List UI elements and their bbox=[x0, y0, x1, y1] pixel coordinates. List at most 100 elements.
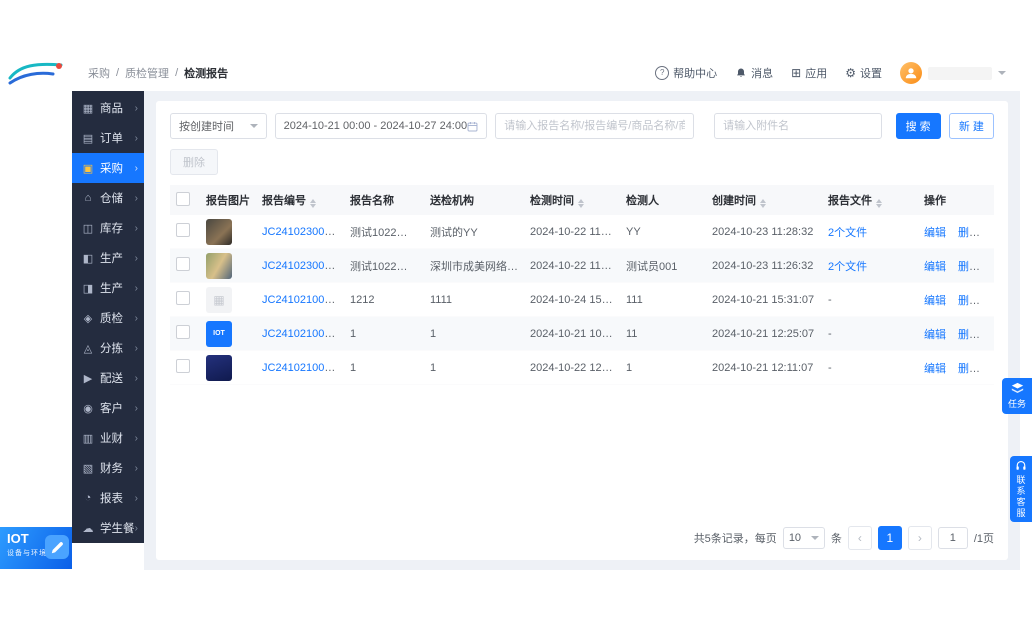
sidebar-item-production-2[interactable]: ◨ 生产 › bbox=[72, 273, 144, 303]
report-thumbnail[interactable] bbox=[206, 354, 232, 381]
report-thumbnail[interactable]: IOT bbox=[206, 320, 232, 347]
date-range-picker[interactable]: 2024-10-21 00:00 - 2024-10-27 24:00 bbox=[274, 113, 488, 139]
sidebar-nav: ▦ 商品 › ▤ 订单 › ▣ 采购 › ⌂ 仓储 › ◫ 库存 › ◧ 生产 … bbox=[72, 91, 144, 543]
sidebar-item-orders[interactable]: ▤ 订单 › bbox=[72, 123, 144, 153]
sidebar-item-production-1[interactable]: ◧ 生产 › bbox=[72, 243, 144, 273]
col-report-no[interactable]: 报告编号 bbox=[256, 185, 344, 215]
cell-created-at: 2024-10-23 11:28:32 bbox=[706, 215, 822, 249]
report-thumbnail[interactable] bbox=[206, 252, 232, 279]
cell-agency: 测试的YY bbox=[424, 215, 524, 249]
delete-button[interactable]: 删除 bbox=[170, 149, 218, 175]
breadcrumb-item[interactable]: 质检管理 bbox=[125, 65, 169, 81]
sidebar-item-inventory[interactable]: ◫ 库存 › bbox=[72, 213, 144, 243]
row-checkbox[interactable] bbox=[176, 359, 190, 373]
table-row: ▦ JC24102100005 1212 1111 2024-10-24 15:… bbox=[170, 282, 994, 317]
row-checkbox[interactable] bbox=[176, 291, 190, 305]
business-finance-icon: ▥ bbox=[82, 432, 94, 445]
sidebar-item-quality[interactable]: ◈ 质检 › bbox=[72, 303, 144, 333]
col-test-time[interactable]: 检测时间 bbox=[524, 185, 620, 215]
report-thumbnail[interactable] bbox=[206, 218, 232, 245]
reports-icon: ◔ bbox=[84, 492, 92, 504]
sidebar-item-delivery[interactable]: ▶ 配送 › bbox=[72, 363, 144, 393]
report-no-link[interactable]: JC24102100001 bbox=[262, 362, 343, 374]
help-center-button[interactable]: ? 帮助中心 bbox=[655, 65, 717, 81]
col-actions: 操作 bbox=[918, 185, 994, 215]
sidebar-item-student-meals[interactable]: ☁ 学生餐 › bbox=[72, 513, 144, 543]
sidebar-item-business-finance[interactable]: ▥ 业财 › bbox=[72, 423, 144, 453]
sidebar-item-warehouse[interactable]: ⌂ 仓储 › bbox=[72, 183, 144, 213]
sort-icon[interactable] bbox=[760, 199, 766, 208]
files-link[interactable]: 2个文件 bbox=[828, 261, 867, 273]
new-report-button[interactable]: 新 建 bbox=[948, 113, 994, 139]
col-files[interactable]: 报告文件 bbox=[822, 185, 918, 215]
page-jump-input[interactable] bbox=[937, 527, 968, 549]
report-thumbnail[interactable]: ▦ bbox=[206, 286, 232, 313]
tasks-fab[interactable]: 任务 bbox=[1002, 378, 1032, 414]
top-header: 采购 / 质检管理 / 检测报告 ? 帮助中心 消息 ⊞ 应用 ⚙ 设置 bbox=[72, 55, 1020, 91]
cell-files: - bbox=[822, 350, 918, 385]
cell-agency: 1 bbox=[424, 350, 524, 385]
cell-files: - bbox=[822, 316, 918, 351]
breadcrumb-item[interactable]: 采购 bbox=[88, 65, 110, 81]
row-checkbox[interactable] bbox=[176, 223, 190, 237]
report-no-link[interactable]: JC24102300005 bbox=[262, 260, 343, 272]
apps-button[interactable]: ⊞ 应用 bbox=[791, 65, 827, 81]
cell-files: - bbox=[822, 282, 918, 317]
keyword-search-input[interactable] bbox=[495, 113, 695, 139]
settings-button[interactable]: ⚙ 设置 bbox=[845, 65, 882, 81]
next-page-button[interactable]: › bbox=[907, 526, 932, 550]
edit-button[interactable]: 编辑 bbox=[924, 295, 946, 307]
avatar bbox=[900, 62, 922, 84]
edit-button[interactable]: 编辑 bbox=[924, 227, 946, 239]
row-checkbox[interactable] bbox=[176, 325, 190, 339]
sidebar-item-procurement[interactable]: ▣ 采购 › bbox=[72, 153, 144, 183]
edit-button[interactable]: 编辑 bbox=[924, 329, 946, 341]
row-checkbox[interactable] bbox=[176, 257, 190, 271]
messages-button[interactable]: 消息 bbox=[735, 65, 773, 81]
delete-row-button[interactable]: 删除 bbox=[958, 261, 980, 273]
page-size-select[interactable]: 10 bbox=[782, 527, 825, 549]
contact-support-fab[interactable]: 联系客服 bbox=[1010, 456, 1032, 522]
prev-page-button[interactable]: ‹ bbox=[847, 526, 872, 550]
search-button[interactable]: 搜 索 bbox=[895, 113, 941, 139]
sort-icon[interactable] bbox=[876, 199, 882, 208]
iot-device-widget[interactable]: IOT 设备与环境 bbox=[0, 527, 72, 569]
report-no-link[interactable]: JC24102100005 bbox=[262, 294, 343, 306]
user-name bbox=[928, 66, 992, 80]
image-placeholder-icon: ▦ bbox=[213, 292, 225, 307]
delete-row-button[interactable]: 删除 bbox=[958, 295, 980, 307]
delete-row-button[interactable]: 删除 bbox=[958, 363, 980, 375]
delete-row-button[interactable]: 删除 bbox=[958, 329, 980, 341]
cell-test-time: 2024-10-21 10:34:00 bbox=[524, 316, 620, 351]
page-number-button[interactable]: 1 bbox=[877, 526, 902, 550]
sidebar-item-finance[interactable]: ▧ 财务 › bbox=[72, 453, 144, 483]
quality-icon: ◈ bbox=[83, 312, 93, 325]
chevron-down-icon bbox=[998, 71, 1006, 75]
cell-tester: 111 bbox=[620, 282, 706, 317]
edit-button[interactable]: 编辑 bbox=[924, 363, 946, 375]
table-header-row: 报告图片 报告编号 报告名称 送检机构 检测时间 检测人 创建时间 报告文件 操… bbox=[170, 185, 994, 215]
sidebar-item-sorting[interactable]: ◬ 分拣 › bbox=[72, 333, 144, 363]
table-row: IOT JC24102100003 1 1 2024-10-21 10:34:0… bbox=[170, 316, 994, 351]
col-created-at[interactable]: 创建时间 bbox=[706, 185, 822, 215]
help-center-label: 帮助中心 bbox=[673, 68, 718, 80]
time-type-select[interactable]: 按创建时间 bbox=[170, 113, 267, 139]
report-no-link[interactable]: JC24102100003 bbox=[262, 328, 343, 340]
header-tools: ? 帮助中心 消息 ⊞ 应用 ⚙ 设置 bbox=[655, 62, 1006, 84]
apps-label: 应用 bbox=[805, 68, 828, 80]
sidebar-item-customers[interactable]: ◉ 客户 › bbox=[72, 393, 144, 423]
files-link[interactable]: 2个文件 bbox=[828, 227, 867, 239]
app-window: 采购 / 质检管理 / 检测报告 ? 帮助中心 消息 ⊞ 应用 ⚙ 设置 ▦ 商… bbox=[0, 0, 1032, 623]
select-all-checkbox[interactable] bbox=[176, 191, 190, 206]
user-menu[interactable] bbox=[900, 62, 1006, 84]
sort-icon[interactable] bbox=[310, 199, 316, 208]
attachment-name-input[interactable] bbox=[714, 113, 882, 139]
sidebar-item-reports[interactable]: ◔ 报表 › bbox=[72, 483, 144, 513]
student-meals-icon: ☁ bbox=[82, 522, 94, 535]
sort-icon[interactable] bbox=[578, 199, 584, 208]
delete-row-button[interactable]: 删除 bbox=[958, 227, 980, 239]
edit-button[interactable]: 编辑 bbox=[924, 261, 946, 273]
sidebar-item-goods[interactable]: ▦ 商品 › bbox=[72, 93, 144, 123]
report-no-link[interactable]: JC24102300006 bbox=[262, 226, 343, 238]
apps-icon: ⊞ bbox=[791, 66, 802, 80]
